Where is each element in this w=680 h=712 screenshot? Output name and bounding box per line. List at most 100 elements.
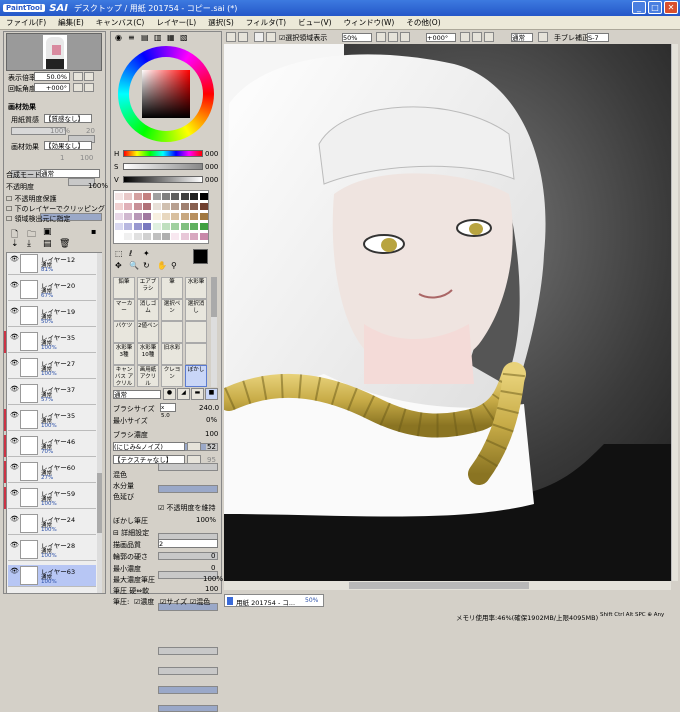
menu-edit[interactable]: 編集(E) [52, 17, 90, 28]
hue-slider[interactable] [123, 150, 203, 157]
swatch[interactable] [115, 233, 123, 240]
color-wheel[interactable] [118, 46, 214, 142]
value-slider[interactable] [123, 176, 203, 183]
merge-icon[interactable]: ⤓ [27, 239, 31, 249]
rgb-slider-tab-icon[interactable]: ≡ [128, 33, 135, 42]
brush-tool-button[interactable]: 消しゴム [137, 299, 159, 321]
swatch[interactable] [171, 233, 180, 240]
layer-item[interactable]: 👁 レイヤー60 通常 27% [8, 461, 96, 483]
brush-tool-button[interactable]: エアブラシ [137, 277, 159, 299]
rotate-cw-button[interactable] [472, 32, 482, 42]
pressure-density-checkbox[interactable]: ☑濃度 [134, 597, 154, 607]
rotation-select[interactable]: +000° [426, 33, 456, 42]
rotate-icon[interactable]: ↻ [143, 261, 150, 270]
brush-tool-button[interactable]: 水彩筆 3種 [113, 343, 135, 365]
blend-mode-select[interactable]: 通常 [40, 169, 100, 178]
zoom-out-button[interactable] [73, 72, 83, 81]
swatch[interactable] [190, 233, 199, 240]
layer-item[interactable]: 👁 レイヤー35 通常 100% [8, 409, 96, 431]
undo-button[interactable] [226, 32, 236, 42]
swatch[interactable] [190, 203, 199, 210]
eye-icon[interactable]: 👁 [10, 516, 19, 523]
swatch-grid[interactable] [113, 190, 209, 244]
magic-wand-icon[interactable]: ✦ [143, 249, 150, 258]
eye-icon[interactable]: 👁 [10, 386, 19, 393]
deselect-button[interactable] [254, 32, 264, 42]
area-source-checkbox[interactable]: ☐ 領域検出元に指定 [6, 214, 71, 224]
swatch[interactable] [152, 203, 161, 210]
eye-icon[interactable]: 👁 [10, 334, 19, 341]
swatch[interactable] [124, 223, 133, 230]
swatch[interactable] [143, 233, 152, 240]
protect-opacity-checkbox[interactable]: ☐ 不透明度保護 [6, 194, 57, 204]
max-pressure-bar[interactable] [158, 686, 218, 694]
color-wheel-tab-icon[interactable]: ◉ [115, 33, 122, 42]
brush-tool-button[interactable]: 旧水彩 [161, 343, 183, 365]
detail-settings-toggle[interactable]: ⊟ 詳細設定 [113, 528, 149, 538]
layer-scrollbar[interactable] [97, 253, 102, 593]
brush-tool-button[interactable]: バケツ [113, 321, 135, 343]
eye-icon[interactable]: 👁 [10, 360, 19, 367]
brush-tool-button[interactable]: 筆 [161, 277, 183, 299]
swatch-tab-icon[interactable]: ▦ [167, 33, 175, 42]
brush-tool-button[interactable]: キャンバス アクリル [113, 365, 135, 387]
layer-item[interactable]: 👁 レイヤー20 通常 67% [8, 279, 96, 301]
layer-item[interactable]: 👁 レイヤー28 通常 100% [8, 539, 96, 561]
pressure-size-checkbox[interactable]: ☑サイズ [160, 597, 187, 607]
swatch[interactable] [180, 233, 189, 240]
swatch[interactable] [199, 213, 208, 220]
eye-icon[interactable]: 👁 [10, 438, 19, 445]
min-density-bar[interactable] [158, 667, 218, 675]
eye-icon[interactable]: 👁 [10, 464, 19, 471]
swatch[interactable] [152, 193, 161, 200]
swatch[interactable] [162, 213, 170, 220]
selection-view-checkbox[interactable]: ☑選択領域表示 [279, 33, 327, 43]
menu-other[interactable]: その他(O) [400, 17, 446, 28]
zoom-in-toolbar-button[interactable] [388, 32, 398, 42]
document-tab[interactable]: 用紙 201754 - コ... 50% [224, 594, 324, 607]
layer-item[interactable]: 👁 レイヤー35 通常 100% [8, 331, 96, 353]
move-icon[interactable]: ✥ [115, 261, 122, 270]
transfer-icon[interactable]: ⇣ [11, 239, 19, 249]
navigator[interactable] [6, 33, 102, 71]
texture-strength-button[interactable] [187, 455, 201, 464]
zoom-select[interactable]: 50% [342, 33, 372, 42]
swatch[interactable] [180, 193, 189, 200]
gradation-tab-icon[interactable]: ▥ [154, 33, 162, 42]
swatch[interactable] [124, 193, 133, 200]
swatch[interactable] [133, 203, 142, 210]
swatch[interactable] [124, 233, 133, 240]
swatch[interactable] [133, 193, 142, 200]
brush-density-bar[interactable] [158, 485, 218, 493]
swatch[interactable] [199, 223, 208, 230]
eye-icon[interactable]: 👁 [10, 256, 19, 263]
water-bar[interactable] [158, 552, 218, 560]
swatch[interactable] [199, 203, 208, 210]
pressure-hardness-bar[interactable] [158, 705, 218, 712]
swatch[interactable] [180, 203, 189, 210]
zoom-value[interactable]: 50.0% [34, 72, 70, 81]
menu-filter[interactable]: フィルタ(T) [240, 17, 292, 28]
swatch[interactable] [162, 203, 170, 210]
swatch[interactable] [162, 233, 170, 240]
clear-layer-icon[interactable]: ▤ [43, 239, 52, 249]
paper-texture-select[interactable]: 【質感なし】 [44, 114, 92, 123]
eye-icon[interactable]: 👁 [10, 282, 19, 289]
brush-tool-button[interactable]: 2値ペン [137, 321, 159, 343]
saturation-slider[interactable] [123, 163, 203, 170]
swatch[interactable] [199, 233, 208, 240]
clipping-checkbox[interactable]: ☐ 下のレイヤーでクリッピング [6, 204, 105, 214]
saturation-value-square[interactable] [142, 70, 190, 118]
swatch[interactable] [171, 223, 180, 230]
edge-hardness-bar[interactable] [158, 647, 218, 655]
pressure-mix-checkbox[interactable]: ☑混色 [190, 597, 210, 607]
brush-tool-button[interactable]: マーカー [113, 299, 135, 321]
layer-item[interactable]: 👁 レイヤー63 通常 100% [8, 565, 96, 587]
quality-select[interactable]: 2 [158, 539, 218, 548]
brush-tool-button[interactable] [185, 321, 207, 343]
brush-tool-button[interactable] [185, 343, 207, 365]
brush-tool-button[interactable]: 選択消し [185, 299, 207, 321]
swatch[interactable] [180, 213, 189, 220]
min-size-bar[interactable] [158, 463, 218, 471]
maximize-button[interactable]: □ [648, 1, 662, 14]
